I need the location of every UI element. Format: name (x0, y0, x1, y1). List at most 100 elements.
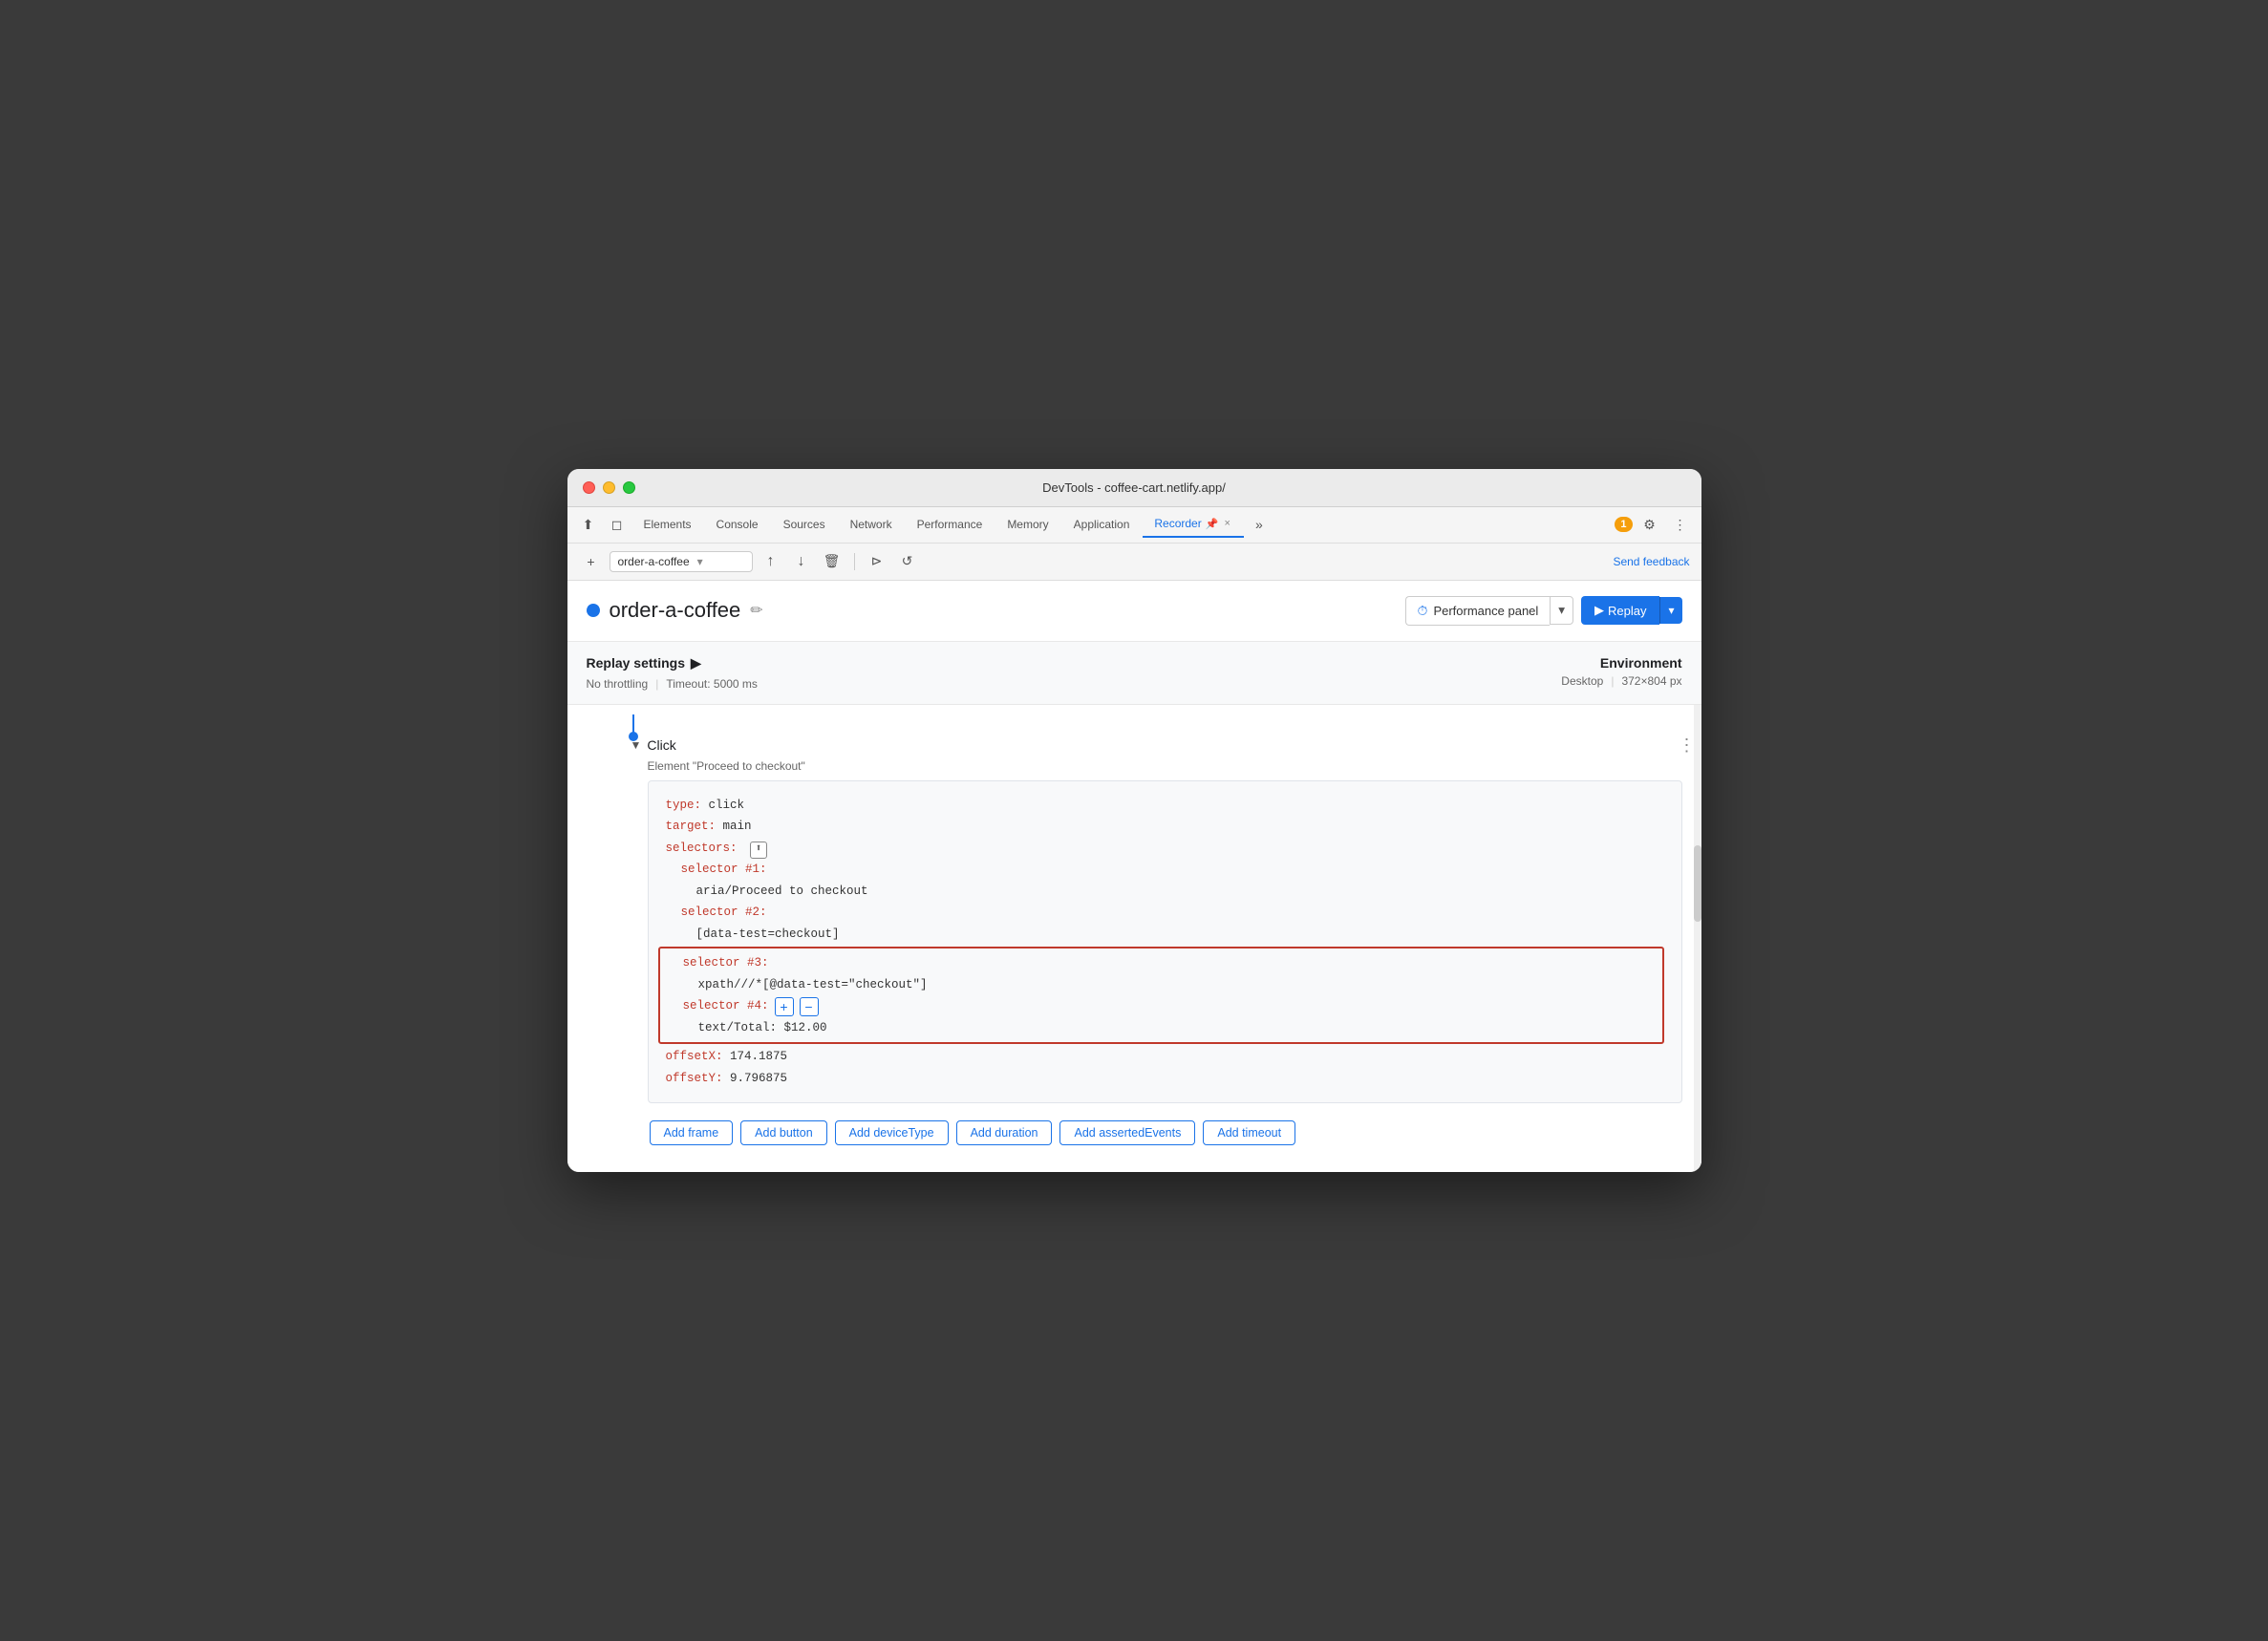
tab-sources[interactable]: Sources (772, 512, 837, 537)
tabs-bar: ⬆ ◻ Elements Console Sources Network Per… (567, 507, 1701, 543)
performance-panel-btn[interactable]: ⏱ Performance panel (1405, 596, 1551, 626)
performance-panel-dropdown-btn[interactable]: ▾ (1550, 596, 1573, 625)
code-block: type: click target: main selectors: ⬆ se… (648, 780, 1682, 1104)
devtools-window: DevTools - coffee-cart.netlify.app/ ⬆ ◻ … (567, 469, 1701, 1173)
tab-elements[interactable]: Elements (632, 512, 703, 537)
replay-dropdown-btn[interactable]: ▾ (1659, 597, 1681, 624)
code-selector4-row: selector #4: + − (668, 995, 1655, 1017)
target-key: target: (666, 820, 717, 833)
edit-title-icon[interactable]: ✏ (750, 601, 762, 620)
settings-panel: Replay settings ▶ No throttling | Timeou… (567, 642, 1701, 705)
replay-settings-title[interactable]: Replay settings ▶ (587, 655, 1562, 671)
step-row: ▼ Click ⋮ Element "Proceed to checkout" … (587, 734, 1701, 1160)
recording-name-input[interactable]: order-a-coffee ▾ (610, 551, 753, 572)
play-icon: ▶ (1594, 603, 1604, 618)
new-recording-btn[interactable]: + (579, 549, 604, 574)
type-key: type: (666, 799, 702, 812)
toolbar: + order-a-coffee ▾ ↑ ↓ 🗑 ⊳ ↺ Send feedba… (567, 543, 1701, 581)
delete-btn[interactable]: 🗑 (820, 549, 845, 574)
tab-application[interactable]: Application (1062, 512, 1142, 537)
add-frame-btn[interactable]: Add frame (650, 1120, 734, 1145)
add-asserted-events-btn[interactable]: Add assertedEvents (1059, 1120, 1195, 1145)
selector-highlight-box: selector #3: xpath///*[@data-test="check… (658, 947, 1664, 1044)
offsety-val: 9.796875 (723, 1072, 788, 1085)
performance-icon: ⏱ (1418, 603, 1428, 619)
offsetx-key: offsetX: (666, 1050, 723, 1063)
step-type-label: Click (647, 737, 675, 753)
gear-icon: ⚙ (1643, 517, 1656, 533)
selectors-key: selectors: (666, 842, 738, 855)
chevron-down-icon: ▾ (1558, 603, 1565, 617)
type-val: click (701, 799, 744, 812)
env-divider: | (1611, 674, 1614, 688)
tab-recorder-close[interactable]: × (1222, 517, 1231, 530)
code-target-row: target: main (666, 816, 1664, 838)
timeout-value: Timeout: 5000 ms (666, 677, 758, 691)
tab-network[interactable]: Network (839, 512, 904, 537)
header-right: ⏱ Performance panel ▾ ▶ Replay ▾ (1405, 596, 1682, 626)
selector-add-btn[interactable]: + (775, 997, 794, 1016)
replay-btn[interactable]: ▶ Replay (1581, 596, 1659, 625)
code-selector1-row: selector #1: (666, 859, 1664, 881)
dock-icon: ◻ (611, 517, 623, 533)
add-button-btn[interactable]: Add button (740, 1120, 826, 1145)
settings-left: Replay settings ▶ No throttling | Timeou… (587, 655, 1562, 691)
add-timeout-btn[interactable]: Add timeout (1203, 1120, 1295, 1145)
target-val: main (716, 820, 752, 833)
settings-divider: | (655, 677, 658, 691)
code-selector1-val-row: aria/Proceed to checkout (666, 881, 1664, 903)
cursor-icon-btn[interactable]: ⬆ (575, 511, 602, 538)
replay-group: ▶ Replay ▾ (1581, 596, 1682, 625)
offsetx-val: 174.1875 (723, 1050, 788, 1063)
settings-btn[interactable]: ⚙ (1637, 511, 1663, 538)
tab-performance[interactable]: Performance (906, 512, 995, 537)
step-over-btn[interactable]: ⊳ (865, 549, 889, 574)
main-content: order-a-coffee ✏ ⏱ Performance panel ▾ ▶… (567, 581, 1701, 1173)
code-offsety-row: offsetY: 9.796875 (666, 1068, 1664, 1090)
code-type-row: type: click (666, 795, 1664, 817)
action-buttons: Add frame Add button Add deviceType Add … (631, 1113, 1701, 1159)
notification-badge: 1 (1615, 517, 1632, 532)
code-selector3-row: selector #3: (668, 952, 1655, 974)
close-traffic-light[interactable] (583, 481, 595, 494)
scrollbar-track (1694, 705, 1701, 1173)
maximize-traffic-light[interactable] (623, 481, 635, 494)
title-bar: DevTools - coffee-cart.netlify.app/ (567, 469, 1701, 507)
toolbar-divider (854, 553, 855, 570)
dock-icon-btn[interactable]: ◻ (604, 511, 631, 538)
selector1-key: selector #1: (681, 863, 767, 876)
export-icon: ↑ (767, 553, 775, 570)
window-title: DevTools - coffee-cart.netlify.app/ (1042, 480, 1226, 495)
dropdown-chevron-icon: ▾ (697, 555, 703, 568)
step-header: ▼ Click ⋮ (631, 734, 1701, 757)
add-duration-btn[interactable]: Add duration (956, 1120, 1053, 1145)
selector3-key: selector #3: (683, 956, 769, 970)
code-selector3-val-row: xpath///*[@data-test="checkout"] (668, 974, 1655, 996)
code-selector2-row: selector #2: (666, 902, 1664, 924)
steps-container: ▼ Click ⋮ Element "Proceed to checkout" … (567, 705, 1701, 1173)
import-btn[interactable]: ↓ (789, 549, 814, 574)
performance-panel-group: ⏱ Performance panel ▾ (1405, 596, 1573, 626)
step-description: Element "Proceed to checkout" (648, 759, 1701, 773)
recorder-pin-icon: 📌 (1206, 518, 1219, 530)
tab-recorder[interactable]: Recorder 📌 × (1143, 511, 1244, 538)
minimize-traffic-light[interactable] (603, 481, 615, 494)
tab-memory[interactable]: Memory (995, 512, 1059, 537)
content-wrapper: ▼ Click ⋮ Element "Proceed to checkout" … (567, 705, 1701, 1173)
environment-title: Environment (1561, 655, 1681, 671)
selector-remove-btn[interactable]: − (800, 997, 819, 1016)
recording-status-dot (587, 604, 600, 617)
export-btn[interactable]: ↑ (759, 549, 783, 574)
more-tabs-btn[interactable]: » (1246, 511, 1273, 538)
selector1-val: aria/Proceed to checkout (696, 884, 868, 898)
selector2-val: [data-test=checkout] (696, 927, 840, 941)
tabs-right: 1 ⚙ ⋮ (1615, 511, 1693, 538)
add-device-type-btn[interactable]: Add deviceType (835, 1120, 949, 1145)
scrollbar-thumb[interactable] (1694, 845, 1701, 922)
code-selector4-val-row: text/Total: $12.00 (668, 1017, 1655, 1039)
selector4-key: selector #4: (683, 995, 769, 1017)
tab-console[interactable]: Console (705, 512, 770, 537)
more-options-btn[interactable]: ⋮ (1667, 511, 1694, 538)
send-feedback-link[interactable]: Send feedback (1613, 555, 1689, 568)
replay-history-btn[interactable]: ↺ (895, 549, 920, 574)
